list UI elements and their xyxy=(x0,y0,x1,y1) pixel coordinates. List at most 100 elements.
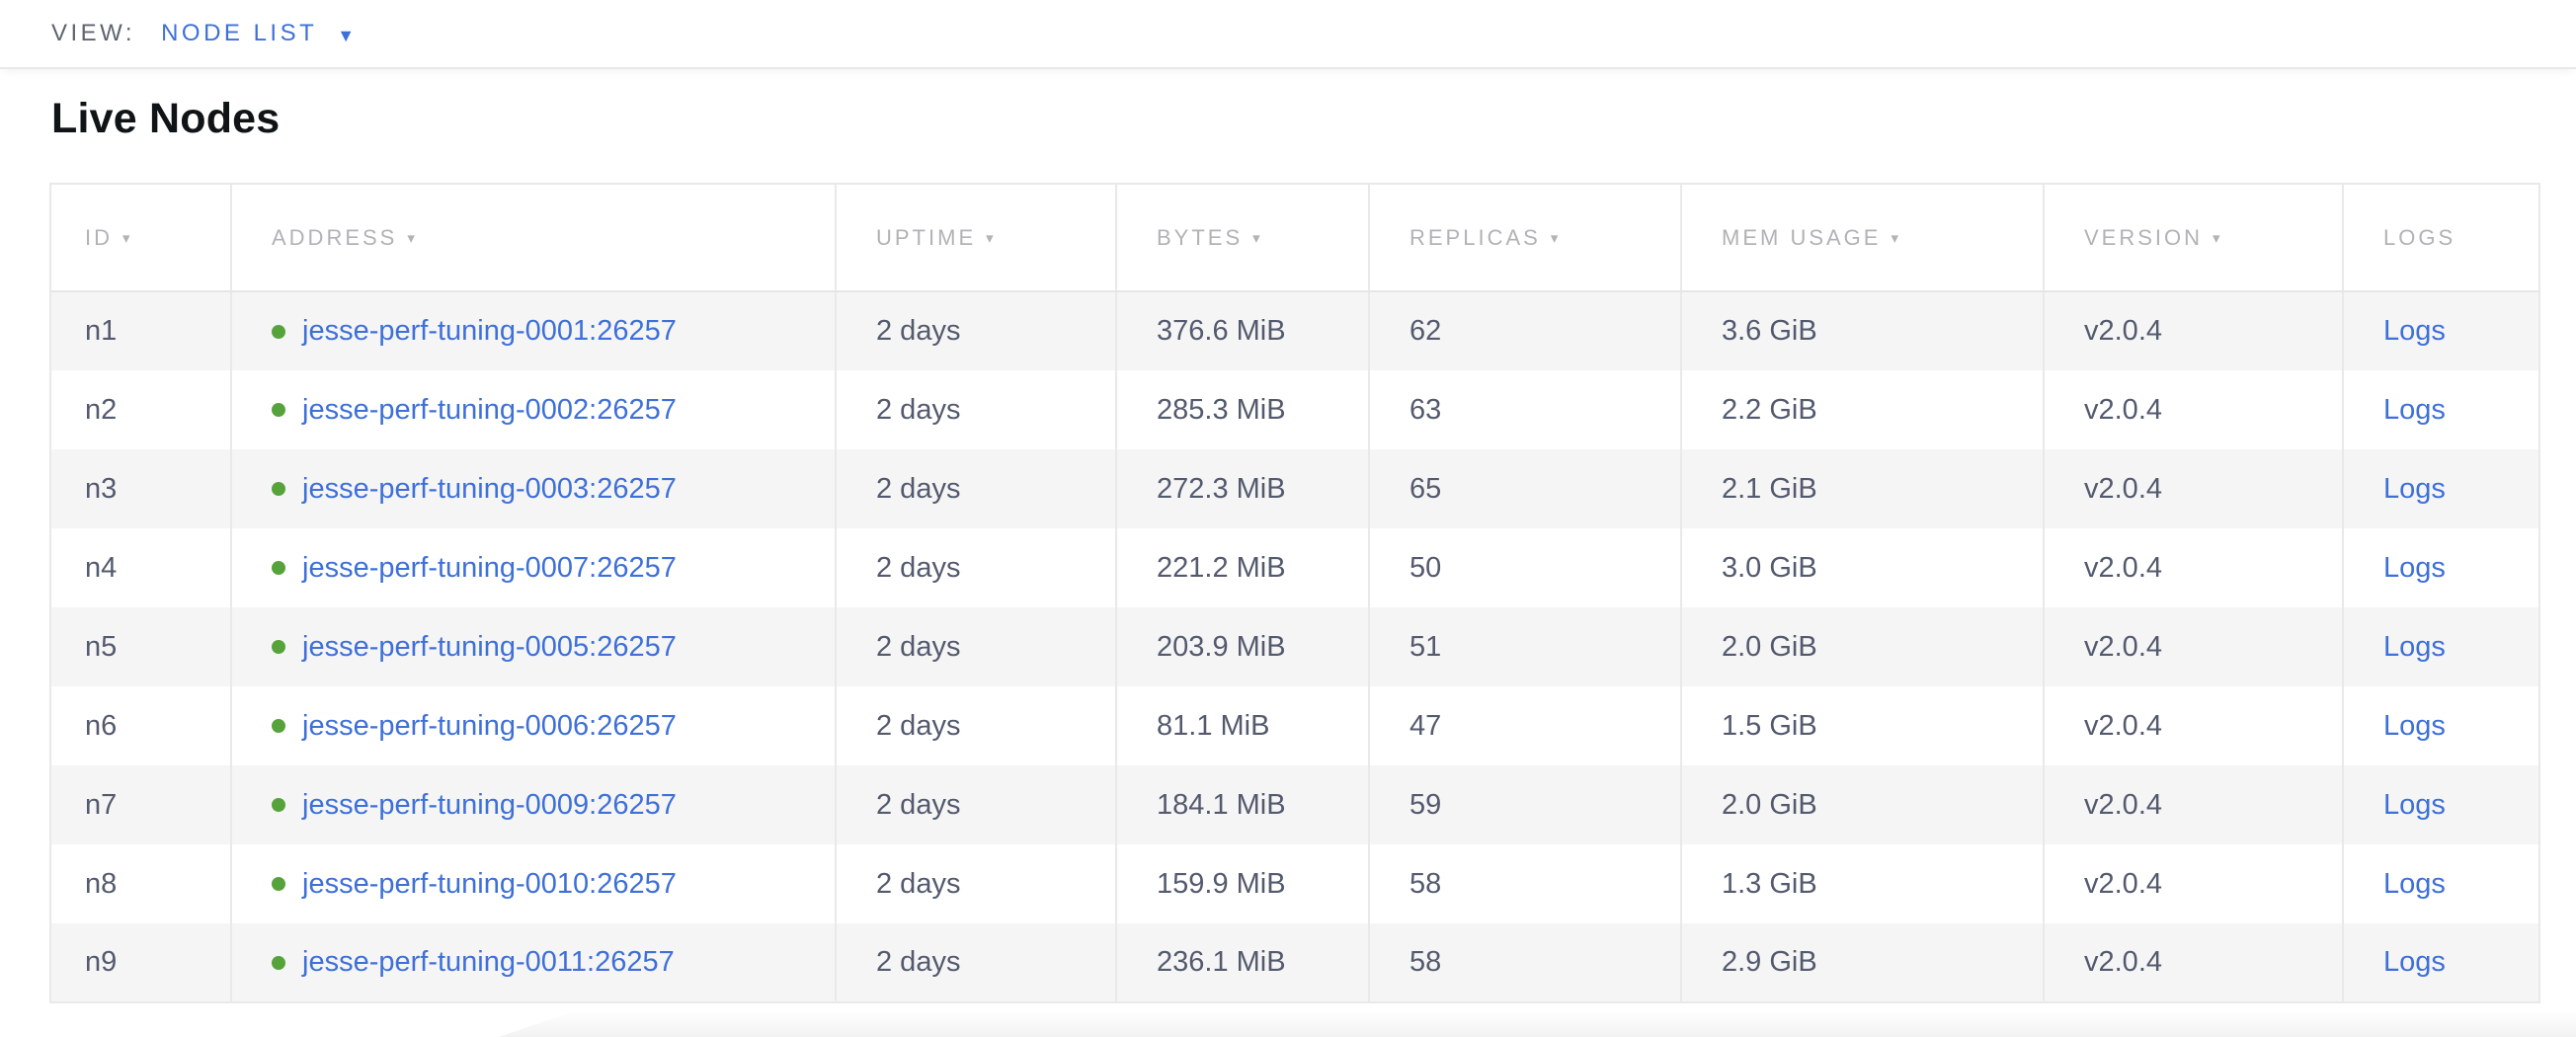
node-address-link[interactable]: jesse-perf-tuning-0010:26257 xyxy=(302,868,677,901)
node-logs-cell: Logs xyxy=(2343,370,2539,449)
node-live-status-icon xyxy=(272,561,285,575)
node-address-link[interactable]: jesse-perf-tuning-0002:26257 xyxy=(302,394,677,427)
node-address-cell: jesse-perf-tuning-0010:26257 xyxy=(231,844,836,923)
node-address-link[interactable]: jesse-perf-tuning-0005:26257 xyxy=(302,631,677,664)
logs-link[interactable]: Logs xyxy=(2383,868,2446,900)
node-address-cell: jesse-perf-tuning-0009:26257 xyxy=(231,765,836,844)
table-row: n1 jesse-perf-tuning-0001:26257 2 days 3… xyxy=(50,291,2539,370)
logs-link[interactable]: Logs xyxy=(2383,315,2446,347)
node-id: n6 xyxy=(50,686,231,765)
node-id: n2 xyxy=(50,370,231,449)
node-live-status-icon xyxy=(272,640,285,654)
node-id: n7 xyxy=(50,765,231,844)
node-replicas: 58 xyxy=(1369,844,1681,923)
node-address-link[interactable]: jesse-perf-tuning-0001:26257 xyxy=(302,315,677,348)
node-version: v2.0.4 xyxy=(2044,923,2343,1002)
node-live-status-icon xyxy=(272,482,285,496)
logs-link[interactable]: Logs xyxy=(2383,946,2446,978)
node-address-link[interactable]: jesse-perf-tuning-0007:26257 xyxy=(302,552,677,585)
node-address-cell: jesse-perf-tuning-0001:26257 xyxy=(231,291,836,370)
node-bytes: 81.1 MiB xyxy=(1116,686,1369,765)
table-row: n5 jesse-perf-tuning-0005:26257 2 days 2… xyxy=(50,607,2539,686)
sort-caret-icon: ▾ xyxy=(1252,230,1263,247)
node-version: v2.0.4 xyxy=(2044,765,2343,844)
logs-link[interactable]: Logs xyxy=(2383,473,2446,505)
view-label: VIEW: xyxy=(51,20,135,47)
node-mem-usage: 3.0 GiB xyxy=(1681,528,2044,607)
node-uptime: 2 days xyxy=(836,923,1116,1002)
column-header-mem-usage[interactable]: MEM USAGE▾ xyxy=(1681,184,2044,291)
sort-caret-icon: ▾ xyxy=(986,230,997,247)
node-uptime: 2 days xyxy=(836,844,1116,923)
table-row: n2 jesse-perf-tuning-0002:26257 2 days 2… xyxy=(50,370,2539,449)
column-header-uptime[interactable]: UPTIME▾ xyxy=(836,184,1116,291)
node-address-link[interactable]: jesse-perf-tuning-0003:26257 xyxy=(302,473,677,506)
node-replicas: 50 xyxy=(1369,528,1681,607)
node-bytes: 236.1 MiB xyxy=(1116,923,1369,1002)
node-bytes: 159.9 MiB xyxy=(1116,844,1369,923)
column-header-version[interactable]: VERSION▾ xyxy=(2044,184,2343,291)
node-id: n1 xyxy=(50,291,231,370)
node-bytes: 221.2 MiB xyxy=(1116,528,1369,607)
node-address-cell: jesse-perf-tuning-0011:26257 xyxy=(231,923,836,1002)
column-header-address[interactable]: ADDRESS▾ xyxy=(231,184,836,291)
column-header-id[interactable]: ID▾ xyxy=(50,184,231,291)
table-row: n6 jesse-perf-tuning-0006:26257 2 days 8… xyxy=(50,686,2539,765)
node-replicas: 51 xyxy=(1369,607,1681,686)
table-row: n9 jesse-perf-tuning-0011:26257 2 days 2… xyxy=(50,923,2539,1002)
node-address-link[interactable]: jesse-perf-tuning-0009:26257 xyxy=(302,789,677,822)
node-address-cell: jesse-perf-tuning-0005:26257 xyxy=(231,607,836,686)
node-id: n9 xyxy=(50,923,231,1002)
node-uptime: 2 days xyxy=(836,528,1116,607)
node-logs-cell: Logs xyxy=(2343,765,2539,844)
node-live-status-icon xyxy=(272,798,285,812)
node-logs-cell: Logs xyxy=(2343,291,2539,370)
node-logs-cell: Logs xyxy=(2343,686,2539,765)
logs-link[interactable]: Logs xyxy=(2383,552,2446,584)
view-dropdown[interactable]: NODE LIST ▼ xyxy=(161,20,355,47)
node-bytes: 203.9 MiB xyxy=(1116,607,1369,686)
column-header-bytes[interactable]: BYTES▾ xyxy=(1116,184,1369,291)
sort-caret-icon: ▾ xyxy=(2213,230,2223,247)
node-uptime: 2 days xyxy=(836,607,1116,686)
node-bytes: 285.3 MiB xyxy=(1116,370,1369,449)
column-header-logs: LOGS xyxy=(2343,184,2539,291)
sort-caret-icon: ▾ xyxy=(407,230,418,247)
node-logs-cell: Logs xyxy=(2343,449,2539,528)
node-replicas: 63 xyxy=(1369,370,1681,449)
node-version: v2.0.4 xyxy=(2044,607,2343,686)
node-id: n3 xyxy=(50,449,231,528)
node-address-link[interactable]: jesse-perf-tuning-0006:26257 xyxy=(302,710,677,743)
node-logs-cell: Logs xyxy=(2343,923,2539,1002)
node-bytes: 272.3 MiB xyxy=(1116,449,1369,528)
node-version: v2.0.4 xyxy=(2044,370,2343,449)
node-version: v2.0.4 xyxy=(2044,686,2343,765)
node-uptime: 2 days xyxy=(836,686,1116,765)
node-address-link[interactable]: jesse-perf-tuning-0011:26257 xyxy=(302,946,675,979)
table-header-row: ID▾ ADDRESS▾ UPTIME▾ BYTES▾ REPLICAS▾ ME… xyxy=(50,184,2539,291)
node-logs-cell: Logs xyxy=(2343,607,2539,686)
logs-link[interactable]: Logs xyxy=(2383,631,2446,663)
node-mem-usage: 1.5 GiB xyxy=(1681,686,2044,765)
node-version: v2.0.4 xyxy=(2044,844,2343,923)
node-id: n5 xyxy=(50,607,231,686)
node-logs-cell: Logs xyxy=(2343,844,2539,923)
logs-link[interactable]: Logs xyxy=(2383,710,2446,742)
sort-caret-icon: ▾ xyxy=(122,230,133,247)
node-live-status-icon xyxy=(272,956,285,970)
node-mem-usage: 2.1 GiB xyxy=(1681,449,2044,528)
chevron-down-icon: ▼ xyxy=(337,24,355,44)
logs-link[interactable]: Logs xyxy=(2383,789,2446,821)
node-bytes: 376.6 MiB xyxy=(1116,291,1369,370)
node-address-cell: jesse-perf-tuning-0002:26257 xyxy=(231,370,836,449)
node-mem-usage: 2.0 GiB xyxy=(1681,607,2044,686)
column-header-replicas[interactable]: REPLICAS▾ xyxy=(1369,184,1681,291)
node-live-status-icon xyxy=(272,877,285,891)
node-logs-cell: Logs xyxy=(2343,528,2539,607)
table-row: n8 jesse-perf-tuning-0010:26257 2 days 1… xyxy=(50,844,2539,923)
node-live-status-icon xyxy=(272,325,285,339)
node-address-cell: jesse-perf-tuning-0007:26257 xyxy=(231,528,836,607)
logs-link[interactable]: Logs xyxy=(2383,394,2446,426)
node-mem-usage: 2.0 GiB xyxy=(1681,765,2044,844)
node-live-status-icon xyxy=(272,719,285,733)
